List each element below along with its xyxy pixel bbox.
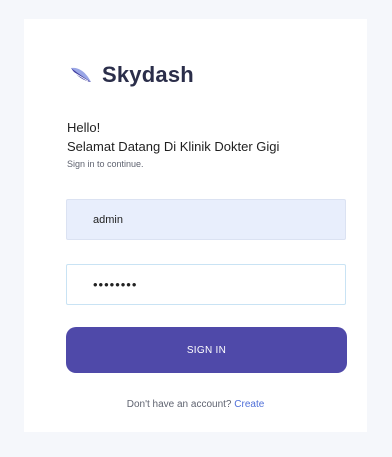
signup-prompt-text: Don't have an account? — [126, 399, 235, 410]
signin-button[interactable]: SIGN IN — [66, 327, 347, 373]
greeting-hello: Hello! — [67, 120, 101, 135]
create-account-link[interactable]: Create — [234, 399, 264, 410]
brand: Skydash — [68, 62, 194, 88]
password-field[interactable] — [66, 264, 346, 305]
username-field[interactable] — [66, 199, 346, 240]
greeting-welcome: Selamat Datang Di Klinik Dokter Gigi — [67, 139, 280, 154]
login-card: Skydash Hello! Selamat Datang Di Klinik … — [24, 19, 367, 432]
feather-logo-icon — [68, 62, 94, 88]
greeting-subtitle: Sign in to continue. — [67, 159, 144, 169]
signup-prompt: Don't have an account? Create — [24, 399, 367, 410]
brand-name: Skydash — [102, 62, 194, 87]
